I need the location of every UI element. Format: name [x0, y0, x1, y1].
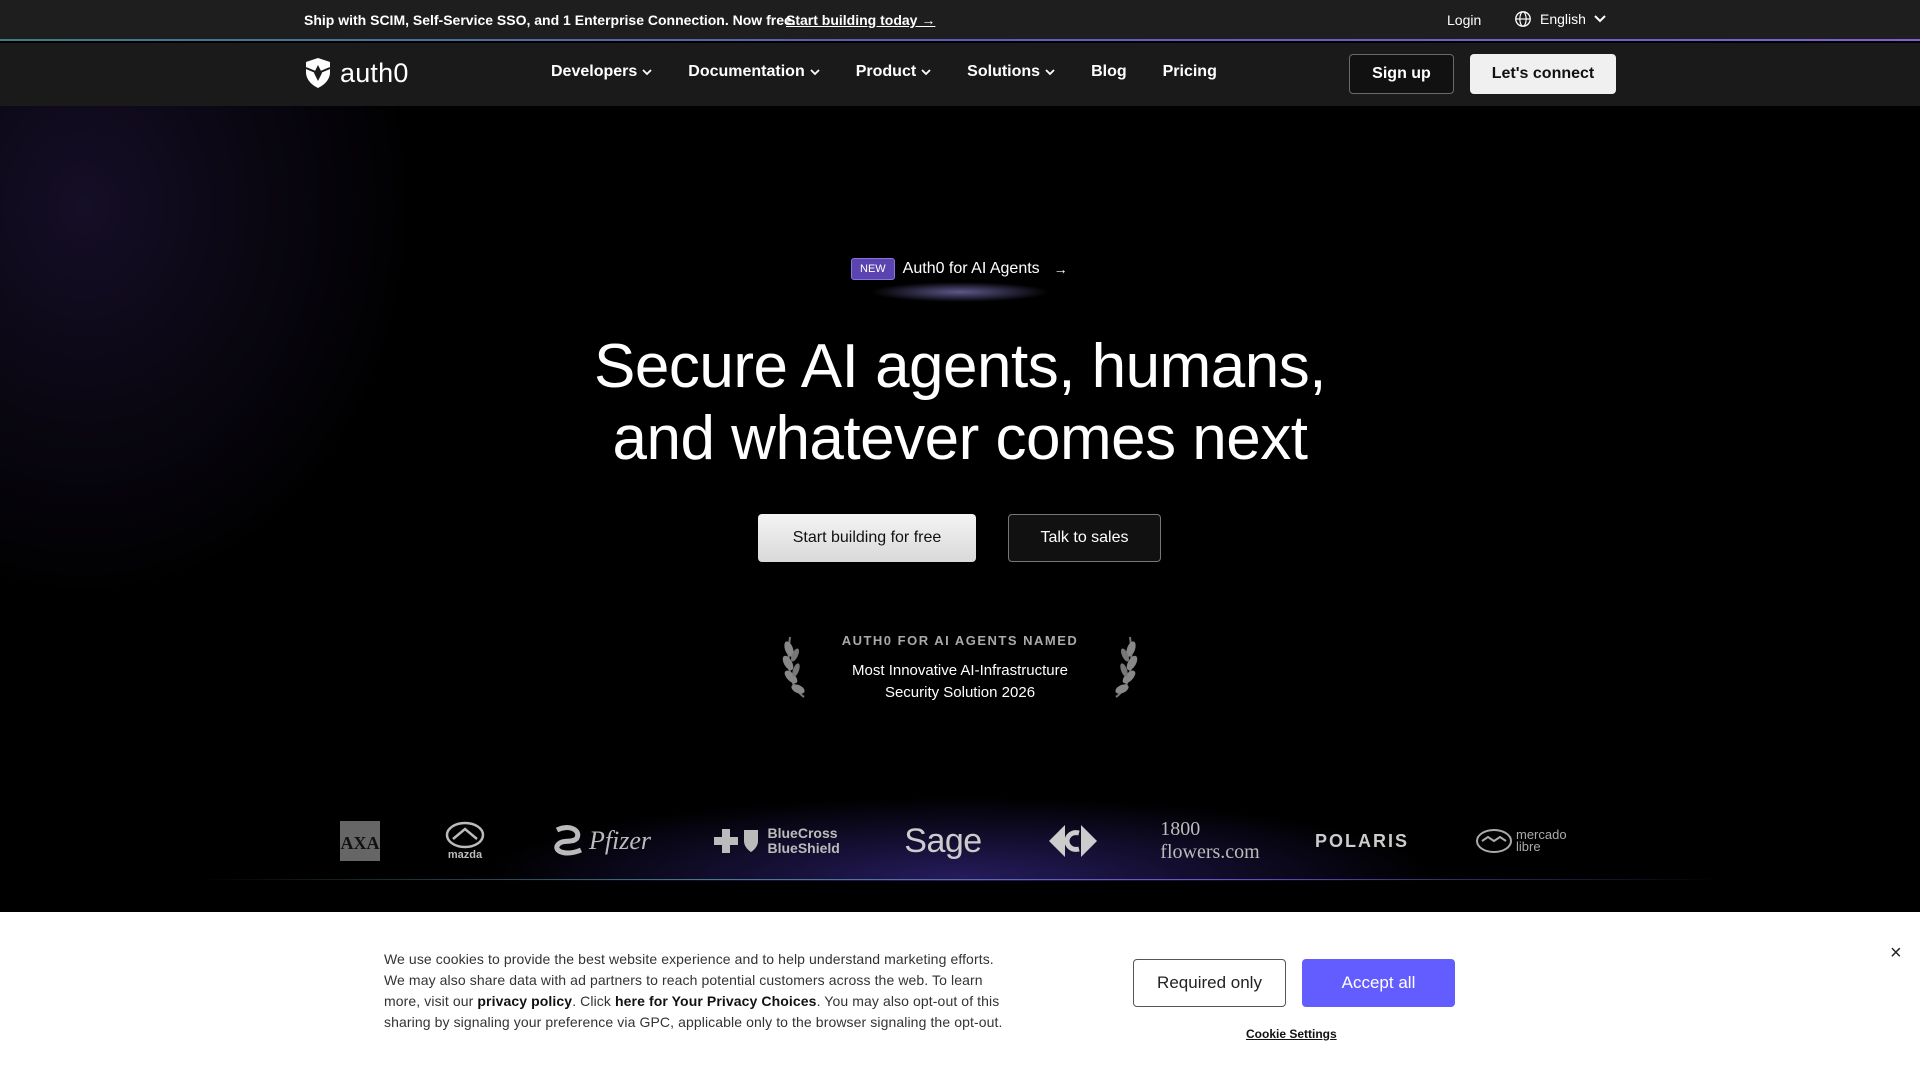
cookie-settings-link[interactable]: Cookie Settings: [1246, 1027, 1337, 1041]
polaris-logo-text: POLARIS: [1314, 830, 1409, 851]
announcement-bar: Ship with SCIM, Self-Service SSO, and 1 …: [0, 0, 1920, 41]
mazda-logo: mazda: [440, 811, 490, 871]
pfizer-logo: Pfizer: [552, 811, 652, 871]
cookie-text-2: . Click: [572, 993, 615, 1009]
nav-menu: Developers Documentation Product Solutions B…: [551, 63, 1253, 81]
nav-item-blog[interactable]: Blog: [1091, 63, 1127, 81]
nav-item-solutions[interactable]: Solutions: [967, 63, 1055, 81]
bluecross-logo-text: BlueCross BlueShield: [767, 825, 840, 856]
flowers-logo-text: 1800 flowers.com: [1160, 818, 1260, 863]
background-glow: [0, 106, 420, 606]
1800-flowers-logo: 1800 flowers.com: [1160, 811, 1259, 871]
arrow-right-icon: →: [1053, 261, 1068, 277]
hero-headline: Secure AI agents, humans, and whatever c…: [460, 331, 1460, 475]
close-icon[interactable]: ×: [1890, 942, 1902, 965]
language-selector[interactable]: English: [1514, 10, 1606, 28]
award-block: AUTH0 FOR AI AGENTS NAMED Most Innovativ…: [780, 623, 1140, 703]
headline-line-1: Secure AI agents, humans,: [594, 332, 1326, 401]
auth0-logo[interactable]: auth0: [304, 57, 409, 89]
award-kicker: AUTH0 FOR AI AGENTS NAMED: [841, 633, 1079, 648]
nav-item-developers[interactable]: Developers: [551, 63, 652, 81]
accept-all-button[interactable]: Accept all: [1302, 959, 1455, 1007]
nav-item-label: Blog: [1091, 63, 1127, 80]
pfizer-logo-text: Pfizer: [588, 826, 652, 855]
axa-logo-text: AXA: [341, 833, 380, 853]
talk-to-sales-button[interactable]: Talk to sales: [1008, 514, 1161, 562]
brand-name: auth0: [340, 57, 409, 88]
mazda-logo-text: mazda: [447, 849, 483, 861]
cookie-banner: We use cookies to provide the best websi…: [0, 912, 1920, 1080]
required-only-button[interactable]: Required only: [1133, 959, 1286, 1007]
globe-icon: [1515, 11, 1531, 27]
pill-label: Auth0 for AI Agents: [902, 260, 1040, 277]
chevron-down-icon: [1045, 68, 1055, 75]
bluecross-blueshield-logo: BlueCross BlueShield: [712, 811, 847, 871]
divider-line: [200, 879, 1720, 880]
main-nav: auth0 Developers Documentation Product Solu…: [0, 43, 1920, 106]
chevron-down-icon: [810, 68, 820, 75]
announcement-text: Ship with SCIM, Self-Service SSO, and 1 …: [304, 12, 796, 28]
nav-item-label: Pricing: [1162, 63, 1217, 80]
chevron-down-icon: [642, 68, 652, 75]
ai-agents-announcement-pill[interactable]: NEW Auth0 for AI Agents →: [851, 258, 1068, 280]
privacy-policy-link[interactable]: privacy policy: [477, 993, 572, 1009]
nav-item-pricing[interactable]: Pricing: [1163, 63, 1217, 81]
new-badge: NEW: [851, 258, 895, 280]
language-label: English: [1540, 11, 1586, 27]
polaris-logo: POLARIS: [1310, 811, 1414, 871]
start-building-button[interactable]: Start building for free: [758, 514, 976, 562]
hero-section: NEW Auth0 for AI Agents → Secure AI agen…: [0, 106, 1920, 881]
chevron-down-icon: [1594, 15, 1606, 23]
pill-glow: [870, 282, 1050, 302]
nav-item-label: Developers: [551, 63, 638, 80]
mercado-logo-text: mercado libre: [1516, 827, 1567, 854]
carrefour-logo: [1044, 811, 1102, 871]
nav-item-label: Product: [855, 63, 917, 80]
headline-line-2: and whatever comes next: [612, 404, 1309, 473]
nav-item-label: Documentation: [688, 63, 805, 80]
nav-item-documentation[interactable]: Documentation: [688, 63, 820, 81]
chevron-down-icon: [921, 68, 931, 75]
mercado-libre-logo: mercado libre: [1474, 811, 1570, 871]
lets-connect-button[interactable]: Let's connect: [1470, 54, 1616, 94]
start-building-link[interactable]: Start building today →: [786, 12, 935, 28]
cookie-message: We use cookies to provide the best websi…: [384, 949, 1014, 1033]
nav-item-label: Solutions: [967, 63, 1041, 80]
award-title: Most Innovative AI-Infrastructure Securi…: [852, 662, 1068, 701]
shield-logo-icon: [305, 58, 331, 88]
sign-up-button[interactable]: Sign up: [1349, 54, 1454, 94]
privacy-choices-link[interactable]: here for Your Privacy Choices: [615, 993, 817, 1009]
customer-logos: AXA mazda Pfizer BlueCross BlueShield Sa…: [0, 811, 1920, 871]
sage-logo: Sage: [904, 811, 982, 871]
nav-item-product[interactable]: Product: [856, 63, 931, 81]
sage-logo-text: Sage: [904, 821, 982, 860]
login-link[interactable]: Login: [1447, 12, 1481, 28]
axa-logo: AXA: [338, 811, 382, 871]
